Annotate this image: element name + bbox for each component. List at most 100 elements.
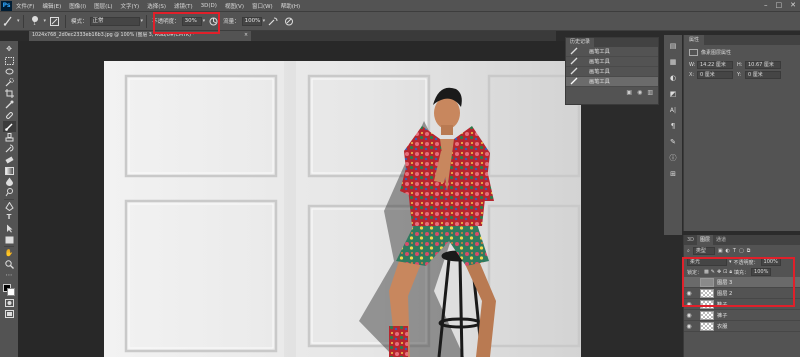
menu-3d[interactable]: 3D(D) xyxy=(197,3,221,9)
snapshot-camera-icon[interactable]: ◉ xyxy=(637,89,642,96)
height-input[interactable]: 10.67 厘米 xyxy=(745,61,781,69)
history-brush-tool-icon[interactable] xyxy=(3,143,16,154)
move-tool-icon[interactable]: ✥ xyxy=(3,44,16,55)
mode-select[interactable]: 正常 xyxy=(89,16,140,26)
menu-layer[interactable]: 图层(L) xyxy=(90,2,116,10)
y-input[interactable]: 0 厘米 xyxy=(745,71,781,79)
height-label: H: xyxy=(737,62,743,68)
menu-filter[interactable]: 滤镜(T) xyxy=(170,2,197,10)
tool-preset-dropdown-icon[interactable]: ▾ xyxy=(17,18,20,24)
menu-type[interactable]: 文字(Y) xyxy=(117,2,144,10)
eraser-tool-icon[interactable] xyxy=(3,154,16,165)
history-panel-icon[interactable]: ▤ xyxy=(667,40,679,52)
airbrush-icon[interactable] xyxy=(267,15,279,27)
history-item[interactable]: 画笔工具 xyxy=(566,47,658,57)
filter-shape-icon[interactable]: ▢ xyxy=(739,248,744,254)
menu-file[interactable]: 文件(F) xyxy=(12,2,38,10)
tab-layers[interactable]: 图层 xyxy=(697,235,714,245)
layer-thumbnail xyxy=(700,310,714,320)
separator xyxy=(146,14,148,28)
tab-channels[interactable]: 通道 xyxy=(713,235,729,245)
rectangle-tool-icon[interactable] xyxy=(3,234,16,245)
x-input[interactable]: 0 厘米 xyxy=(697,71,733,79)
menu-window[interactable]: 窗口(W) xyxy=(248,2,277,10)
swatches-panel-icon[interactable]: ▦ xyxy=(667,56,679,68)
brush-icon xyxy=(570,67,583,77)
canvas-area[interactable] xyxy=(18,41,581,357)
gradient-tool-icon[interactable] xyxy=(3,165,16,176)
adjustments-panel-icon[interactable]: ◩ xyxy=(667,88,679,100)
pen-tool-icon[interactable] xyxy=(3,201,16,212)
history-item[interactable]: 画笔工具 xyxy=(566,57,658,67)
lasso-tool-icon[interactable] xyxy=(3,66,16,77)
tab-3d[interactable]: 3D xyxy=(684,235,697,245)
background-color-swatch[interactable] xyxy=(7,288,15,296)
history-item-label: 画笔工具 xyxy=(589,49,610,55)
document-canvas[interactable] xyxy=(104,61,581,357)
filter-adjust-icon[interactable]: ◐ xyxy=(726,248,730,254)
minimize-button[interactable]: – xyxy=(764,1,768,9)
quick-select-tool-icon[interactable] xyxy=(3,77,16,88)
brush-tool-icon[interactable] xyxy=(2,15,14,27)
layer-row[interactable]: ◉ 衣服 xyxy=(684,321,800,332)
menu-help[interactable]: 帮助(H) xyxy=(277,2,304,10)
close-button[interactable]: ✕ xyxy=(790,1,796,9)
trash-icon[interactable]: ▥ xyxy=(647,89,653,96)
paragraph-panel-icon[interactable]: ¶ xyxy=(667,120,679,132)
size-row: W: 14.22 厘米 H: 10.67 厘米 xyxy=(684,60,800,70)
color-swatches[interactable] xyxy=(2,283,16,297)
eye-icon[interactable]: ◉ xyxy=(684,323,694,330)
menu-edit[interactable]: 编辑(E) xyxy=(38,2,65,10)
document-close-icon[interactable]: × xyxy=(244,31,248,41)
flow-input[interactable]: 100% xyxy=(241,16,262,26)
maximize-button[interactable]: □ xyxy=(776,1,783,9)
path-selection-tool-icon[interactable] xyxy=(3,223,16,234)
brush-panel-icon[interactable]: ✎ xyxy=(667,136,679,148)
layer-thumbnail xyxy=(700,321,714,331)
new-document-from-state-icon[interactable]: ▣ xyxy=(626,89,632,96)
crop-tool-icon[interactable] xyxy=(3,88,16,99)
healing-brush-tool-icon[interactable] xyxy=(3,110,16,121)
eye-icon[interactable]: ◉ xyxy=(684,312,694,319)
eyedropper-tool-icon[interactable] xyxy=(3,99,16,110)
screen-mode-icon[interactable] xyxy=(3,308,16,319)
window-controls: – □ ✕ xyxy=(764,1,796,9)
mode-dropdown-icon[interactable]: ▾ xyxy=(141,18,144,24)
layer-filter-row: ⌕ 类型 ▣ ◐ T ▢ ⧉ xyxy=(684,245,800,257)
layer-filter-select[interactable]: 类型 xyxy=(692,247,715,255)
quick-mask-icon[interactable] xyxy=(3,297,16,308)
brush-tool-icon[interactable] xyxy=(2,121,16,132)
history-item-selected[interactable]: 画笔工具 xyxy=(566,77,658,87)
zoom-tool-icon[interactable] xyxy=(3,259,16,270)
flow-slider-toggle-icon[interactable]: ▾ xyxy=(263,18,266,24)
history-item[interactable]: 画笔工具 xyxy=(566,67,658,77)
filter-pixel-icon[interactable]: ▣ xyxy=(718,248,723,254)
flow-value: 100% xyxy=(244,17,261,24)
filter-type-icon[interactable]: T xyxy=(733,248,736,254)
brush-size-value: 1 xyxy=(33,21,36,26)
menu-select[interactable]: 选择(S) xyxy=(143,2,170,10)
color-panel-icon[interactable]: ◐ xyxy=(667,72,679,84)
character-panel-icon[interactable]: A| xyxy=(667,104,679,116)
brush-preset-dropdown-icon[interactable]: ▾ xyxy=(44,18,47,24)
photo-image xyxy=(104,61,581,357)
type-tool-icon[interactable]: T xyxy=(3,212,16,223)
tab-properties[interactable]: 属性 xyxy=(684,35,705,45)
brush-preset-picker[interactable]: 1 xyxy=(29,15,41,27)
pressure-size-icon[interactable] xyxy=(283,15,295,27)
layer-row[interactable]: ◉ 裤子 xyxy=(684,310,800,321)
width-input[interactable]: 14.22 厘米 xyxy=(697,61,733,69)
more-tools-icon[interactable]: ⋯ xyxy=(3,270,16,281)
menu-image[interactable]: 图像(I) xyxy=(65,2,90,10)
history-panel: 历史记录 画笔工具 画笔工具 画笔工具 画笔工具 ▣ ◉ ▥ xyxy=(565,37,659,105)
info-panel-icon[interactable]: ⓘ xyxy=(667,152,679,164)
dodge-tool-icon[interactable] xyxy=(3,187,16,198)
hand-tool-icon[interactable]: ✋ xyxy=(3,248,16,259)
blur-tool-icon[interactable] xyxy=(3,176,16,187)
marquee-tool-icon[interactable] xyxy=(3,55,16,66)
brush-panel-toggle-icon[interactable] xyxy=(48,15,60,27)
filter-smart-icon[interactable]: ⧉ xyxy=(747,248,751,254)
clone-stamp-tool-icon[interactable] xyxy=(3,132,16,143)
menu-view[interactable]: 视图(V) xyxy=(221,2,248,10)
navigator-panel-icon[interactable]: ⊞ xyxy=(667,168,679,180)
